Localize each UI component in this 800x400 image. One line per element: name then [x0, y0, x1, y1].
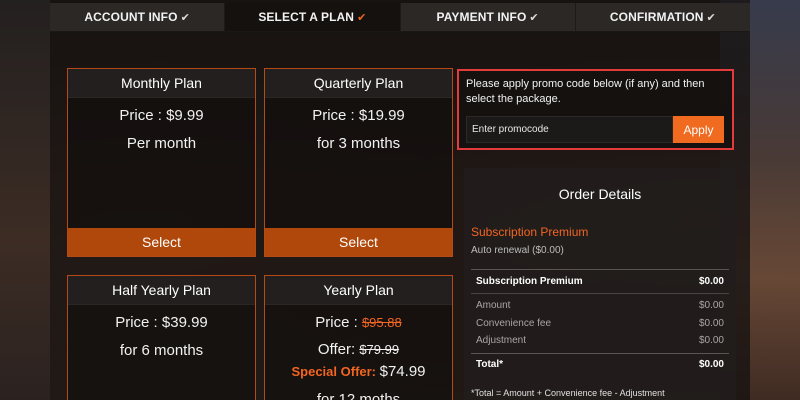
row-label: Subscription Premium	[476, 276, 583, 287]
plan-card-monthly: Monthly Plan Price : $9.99 Per month Sel…	[67, 68, 256, 257]
order-row-amount: Amount $0.00	[471, 297, 729, 315]
subscription-name: Subscription Premium	[471, 225, 589, 239]
order-row-convenience-fee: Convenience fee $0.00	[471, 315, 729, 333]
order-total-row: Total* $0.00	[471, 352, 729, 375]
plan-offer: Offer: $79.99	[265, 341, 452, 359]
plan-period: Per month	[126, 135, 197, 152]
row-value: $0.00	[698, 335, 724, 347]
order-table: Subscription Premium $0.00 Amount $0.00 …	[471, 269, 729, 375]
order-row-adjustment: Adjustment $0.00	[471, 332, 729, 350]
plan-price: Price : $19.99	[312, 107, 405, 124]
step-select-a-plan[interactable]: SELECT A PLAN ✔	[225, 3, 401, 31]
price-label: Price :	[315, 314, 362, 331]
step-label: ACCOUNT INFO	[84, 10, 178, 24]
row-value: $0.00	[698, 300, 724, 312]
promo-box: Please apply promo code below (if any) a…	[457, 69, 734, 150]
check-icon: ✔	[706, 11, 716, 24]
background-left-photo	[0, 0, 50, 400]
step-account-info[interactable]: ACCOUNT INFO ✔	[50, 3, 226, 31]
check-icon: ✔	[357, 11, 367, 24]
promocode-input[interactable]	[466, 116, 673, 143]
plan-special-offer: Special Offer: $74.99	[265, 363, 452, 381]
select-monthly-button[interactable]: Select	[68, 228, 255, 256]
promo-row: Apply	[466, 116, 725, 143]
row-label: Amount	[476, 300, 511, 312]
plan-title: Half Yearly Plan	[68, 276, 255, 305]
plan-card-quarterly: Quarterly Plan Price : $19.99 for 3 mont…	[264, 68, 453, 257]
plan-title: Yearly Plan	[265, 276, 452, 305]
row-label: Total*	[476, 358, 504, 370]
auto-renewal: Auto renewal ($0.00)	[471, 245, 564, 256]
special-label: Special Offer:	[291, 364, 380, 379]
plan-title: Monthly Plan	[68, 69, 255, 98]
plan-card-half-yearly: Half Yearly Plan Price : $39.99 for 6 mo…	[67, 275, 256, 400]
order-title: Order Details	[558, 186, 642, 202]
plan-card-yearly: Yearly Plan Price : $95.88 Offer: $79.99…	[264, 275, 453, 400]
offer-old: $79.99	[359, 342, 400, 357]
step-label: CONFIRMATION	[609, 10, 704, 24]
step-label: PAYMENT INFO	[436, 10, 527, 24]
special-price: $74.99	[379, 363, 426, 380]
offer-label: Offer:	[317, 341, 360, 358]
plan-period: for 3 months	[316, 135, 401, 152]
select-quarterly-button[interactable]: Select	[265, 228, 452, 256]
order-details: Order Details Subscription Premium Auto …	[464, 168, 736, 400]
check-icon: ✔	[180, 11, 190, 24]
apply-button[interactable]: Apply	[673, 116, 724, 143]
plan-title: Quarterly Plan	[265, 69, 452, 98]
checkout-steps: ACCOUNT INFO ✔ SELECT A PLAN ✔ PAYMENT I…	[50, 3, 750, 32]
row-label: Convenience fee	[476, 317, 552, 329]
order-header-row: Subscription Premium $0.00	[471, 270, 729, 294]
plan-price: Price : $9.99	[119, 107, 204, 124]
promo-instruction: Please apply promo code below (if any) a…	[466, 78, 705, 105]
row-value: $0.00	[698, 317, 724, 329]
check-icon: ✔	[529, 11, 539, 24]
plan-period: for 12 moths	[316, 391, 401, 400]
plan-price: Price : $39.99	[115, 314, 208, 331]
step-confirmation[interactable]: CONFIRMATION ✔	[576, 3, 750, 31]
row-value: $0.00	[698, 276, 724, 287]
step-label: SELECT A PLAN	[258, 10, 355, 24]
price-old: $95.88	[361, 315, 402, 330]
row-label: Adjustment	[476, 335, 527, 347]
row-value: $0.00	[698, 358, 724, 370]
order-footnote: *Total = Amount + Convenience fee - Adju…	[471, 387, 665, 398]
step-payment-info[interactable]: PAYMENT INFO ✔	[401, 3, 576, 31]
plan-period: for 6 months	[119, 342, 204, 359]
plan-price: Price : $95.88	[265, 314, 452, 332]
